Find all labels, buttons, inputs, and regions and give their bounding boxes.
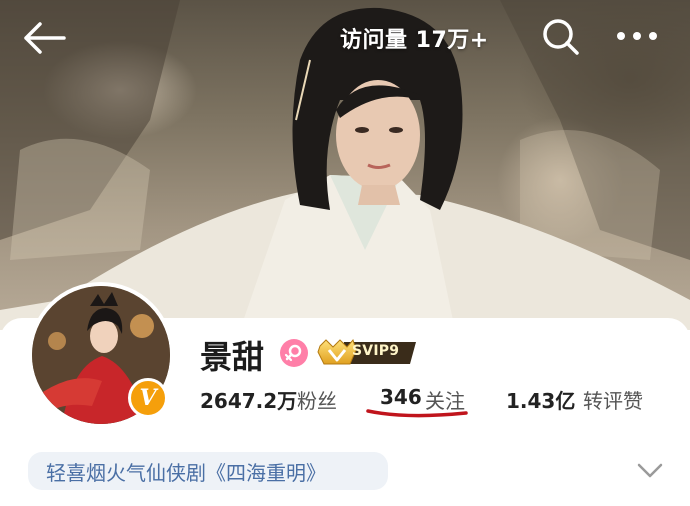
more-icon: [617, 32, 657, 40]
more-button[interactable]: [612, 24, 662, 48]
female-icon: [280, 339, 308, 367]
search-button[interactable]: [540, 16, 582, 58]
interactions-count[interactable]: 1.43亿: [506, 385, 575, 414]
svip-label: SVIP9: [352, 343, 400, 359]
expand-button[interactable]: [636, 462, 664, 480]
interactions-label: 转评赞: [583, 389, 643, 413]
profile-tag[interactable]: 轻喜烟火气仙侠剧《四海重明》: [28, 452, 388, 490]
back-button[interactable]: [18, 18, 68, 58]
visit-count: 访问量 17万+: [340, 28, 489, 53]
profile-name: 景甜: [200, 338, 265, 376]
top-bar: 访问量 17万+: [0, 0, 690, 80]
chevron-down-icon: [637, 463, 663, 478]
followers-count[interactable]: 2647.2万: [200, 385, 297, 414]
verified-badge-letter: V: [139, 385, 157, 411]
followers-label: 粉丝: [297, 389, 337, 413]
profile-tag-text: 轻喜烟火气仙侠剧《四海重明》: [46, 460, 326, 485]
back-arrow-icon: [24, 22, 66, 54]
search-icon: [543, 19, 579, 55]
red-underline-annotation: [366, 409, 468, 418]
verified-badge: V: [128, 378, 168, 418]
